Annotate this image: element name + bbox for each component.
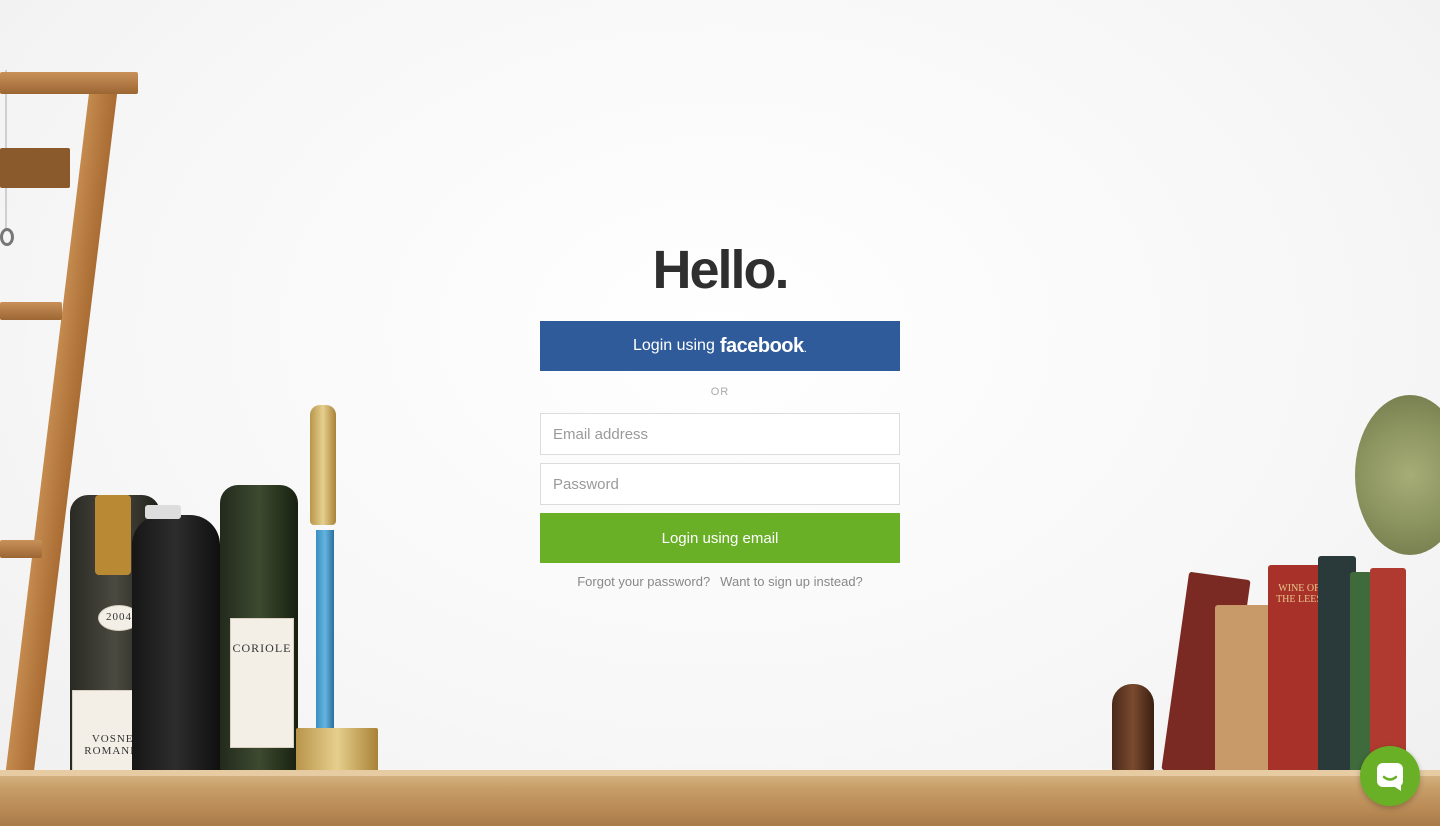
jug-cap	[145, 505, 181, 519]
email-login-label: Login using email	[661, 529, 779, 547]
forgot-password-link[interactable]: Forgot your password?	[577, 574, 710, 589]
bottle-neck	[95, 495, 131, 575]
or-divider: OR	[710, 386, 730, 398]
login-panel: Hello. Login using facebook. OR Login us…	[540, 240, 900, 589]
signup-link[interactable]: Want to sign up instead?	[720, 574, 863, 589]
facebook-logo: facebook	[719, 334, 804, 357]
growler-jug	[132, 515, 220, 790]
ladder-step	[0, 148, 70, 188]
facebook-login-button[interactable]: Login using facebook.	[540, 321, 900, 371]
facebook-login-label: Login using	[633, 337, 715, 354]
coffee-tamper	[1112, 684, 1154, 774]
chat-widget-button[interactable]	[1360, 746, 1420, 806]
hanging-ornament	[0, 228, 14, 246]
trophy-column	[316, 530, 334, 730]
password-field[interactable]	[540, 463, 900, 505]
wooden-shelf	[0, 770, 1440, 826]
ladder-top	[0, 72, 138, 94]
email-field[interactable]	[540, 413, 900, 455]
email-login-button[interactable]: Login using email	[540, 513, 900, 563]
bottle-label-text: CORIOLE	[232, 641, 292, 655]
book	[1350, 572, 1372, 778]
trophy-figure	[310, 405, 336, 525]
chat-bubble-icon	[1377, 763, 1403, 791]
paper-bag	[1215, 605, 1275, 775]
page-title: Hello.	[652, 240, 789, 300]
facebook-logo-dot: .	[803, 341, 807, 355]
ladder-step	[0, 540, 42, 558]
bottle-label: CORIOLE	[230, 618, 294, 748]
ladder-step	[0, 302, 62, 320]
auth-links: Forgot your password? Want to sign up ins…	[540, 574, 900, 589]
